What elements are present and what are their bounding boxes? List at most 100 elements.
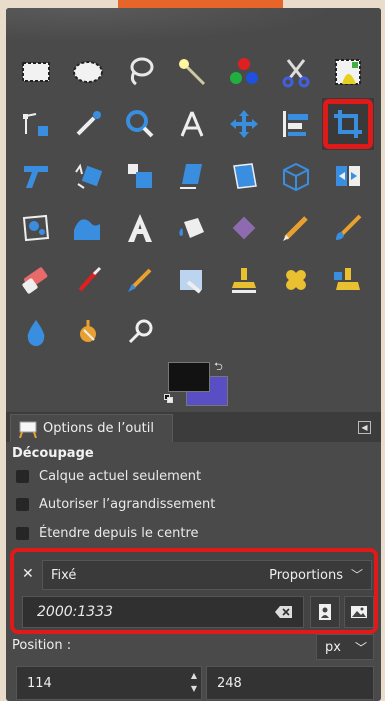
measure-tool[interactable] <box>166 98 218 150</box>
airbrush-tool[interactable] <box>62 254 114 306</box>
swap-colors-icon[interactable]: ⮌ <box>214 358 223 377</box>
move-arrows-icon <box>230 110 258 138</box>
move-tool[interactable] <box>218 98 270 150</box>
ink-pen-icon <box>128 268 152 292</box>
scale-tool[interactable] <box>62 150 114 202</box>
dock-tabs: Options de l’outil ◀ <box>6 412 381 442</box>
magnifier-icon <box>126 110 154 138</box>
smudge-tool[interactable] <box>62 306 114 358</box>
position-y-spinner[interactable]: 248 <box>206 666 374 700</box>
heal-tool[interactable] <box>270 254 322 306</box>
landscape-button[interactable] <box>344 596 374 628</box>
scissors-select-tool[interactable] <box>270 46 322 98</box>
portrait-icon <box>319 604 331 620</box>
scissors-icon <box>282 59 310 88</box>
fixed-label: Fixé <box>51 568 77 583</box>
tab-label: Options de l’outil <box>43 421 154 436</box>
water-drop-icon <box>27 320 45 346</box>
chevron-down-icon: ﹀ <box>354 641 367 655</box>
ellipse-select-icon <box>73 61 103 83</box>
dodge-burn-tool[interactable] <box>114 306 166 358</box>
paths-tool[interactable] <box>10 98 62 150</box>
zoom-tool[interactable] <box>114 98 166 150</box>
shear-tool[interactable] <box>114 150 166 202</box>
mypaint-brush-tool[interactable] <box>166 254 218 306</box>
flip-tool[interactable] <box>322 150 374 202</box>
free-select-tool[interactable] <box>114 46 166 98</box>
perspective-clone-tool[interactable] <box>322 254 374 306</box>
dodge-burn-icon <box>128 319 153 344</box>
easel-icon <box>19 421 37 438</box>
stamp-icon <box>232 268 256 293</box>
rect-select-tool[interactable] <box>10 46 62 98</box>
mypaint-icon <box>180 270 202 294</box>
cage-transform-tool[interactable] <box>10 202 62 254</box>
clear-field-icon[interactable] <box>275 605 293 619</box>
unit-combo[interactable]: px ﹀ <box>316 634 374 660</box>
rotate-tool[interactable] <box>10 150 62 202</box>
eyedropper-icon <box>76 111 101 136</box>
magic-wand-icon <box>179 59 206 86</box>
foreground-select-icon <box>335 59 361 85</box>
eraser-tool[interactable] <box>10 254 62 306</box>
select-by-color-tool[interactable] <box>218 46 270 98</box>
position-x-spinner[interactable]: 114 ▲ ▼ <box>16 666 202 700</box>
default-colors-icon[interactable] <box>164 394 174 404</box>
fuzzy-select-tool[interactable] <box>166 46 218 98</box>
dock-menu-button[interactable]: ◀ <box>358 421 371 434</box>
blend-tool[interactable] <box>218 202 270 254</box>
pencil-tool[interactable] <box>270 202 322 254</box>
blur-sharpen-tool[interactable] <box>10 306 62 358</box>
paths-icon <box>23 113 48 136</box>
perspective-stamp-icon <box>334 268 360 290</box>
clone-tool[interactable] <box>218 254 270 306</box>
allow-growing-checkbox[interactable] <box>16 497 29 511</box>
spinner-arrows-icon[interactable]: ▲ ▼ <box>191 669 197 695</box>
rect-select-icon <box>22 62 50 82</box>
foreground-color-swatch[interactable] <box>168 362 210 392</box>
position-x-value: 114 <box>27 676 52 691</box>
expand-from-center-checkbox[interactable] <box>16 526 29 540</box>
unified-transform-tool[interactable] <box>218 150 270 202</box>
fixed-mode-combo[interactable]: Fixé Proportions ﹀ <box>42 560 372 590</box>
toolbox-panel: ⮌ Options de l’outil ◀ Découpage Calque … <box>6 8 381 701</box>
tool-grid <box>10 46 374 358</box>
bandage-icon <box>286 270 306 290</box>
expand-from-center-option[interactable]: Étendre depuis le centre <box>16 523 199 543</box>
current-layer-only-option[interactable]: Calque actuel seulement <box>16 466 201 486</box>
allow-growing-label: Autoriser l’agrandissement <box>39 496 216 512</box>
ellipse-select-tool[interactable] <box>62 46 114 98</box>
handle-transform-tool[interactable] <box>270 150 322 202</box>
expand-from-center-label: Étendre depuis le centre <box>39 525 199 541</box>
paintbrush-tool[interactable] <box>322 202 374 254</box>
paintbrush-icon <box>336 214 362 240</box>
fixed-checkbox[interactable]: ✕ <box>22 567 36 581</box>
crop-icon <box>334 110 362 138</box>
position-y-value: 248 <box>217 676 242 691</box>
ink-tool[interactable] <box>114 254 166 306</box>
align-tool[interactable] <box>270 98 322 150</box>
text-tool[interactable] <box>114 202 166 254</box>
shear-icon <box>128 164 152 188</box>
warp-transform-tool[interactable] <box>62 202 114 254</box>
allow-growing-option[interactable]: Autoriser l’agrandissement <box>16 494 215 514</box>
compass-icon <box>180 111 204 137</box>
unit-value: px <box>325 640 341 655</box>
perspective-tool[interactable] <box>166 150 218 202</box>
lasso-icon <box>130 57 154 86</box>
current-layer-only-checkbox[interactable] <box>16 469 29 483</box>
portrait-button[interactable] <box>310 596 340 628</box>
window-accent-strip <box>118 0 283 8</box>
fixed-mode-value: Proportions <box>269 568 343 583</box>
bucket-fill-tool[interactable] <box>166 202 218 254</box>
pencil-icon <box>283 216 308 241</box>
foreground-select-tool[interactable] <box>322 46 374 98</box>
flip-icon <box>336 166 360 186</box>
color-picker-tool[interactable] <box>62 98 114 150</box>
aspect-ratio-input[interactable]: 2000:1333 <box>22 596 304 628</box>
crop-tool[interactable] <box>322 98 374 150</box>
current-layer-only-label: Calque actuel seulement <box>39 468 202 484</box>
tab-tool-options[interactable]: Options de l’outil <box>10 414 173 442</box>
unified-transform-icon <box>233 163 257 189</box>
text-a-icon <box>128 214 152 242</box>
